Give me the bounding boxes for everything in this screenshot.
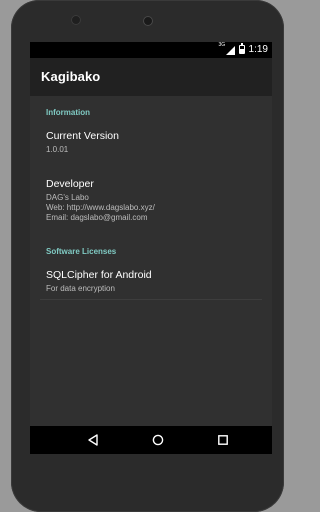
pref-sqlcipher-summary: For data encryption <box>46 284 115 293</box>
status-icons: 3G 1:19 <box>218 42 268 55</box>
status-bar: 3G 1:19 <box>30 42 272 58</box>
app-title: Kagibako <box>41 69 101 84</box>
status-time: 1:19 <box>248 44 268 55</box>
signal-icon: 3G <box>218 42 235 55</box>
navigation-bar <box>30 426 272 454</box>
battery-icon <box>238 43 245 54</box>
pref-developer-email: Email: dagslabo@gmail.com <box>46 213 148 222</box>
home-icon[interactable] <box>150 432 166 448</box>
network-type-label: 3G <box>218 42 226 48</box>
pref-current-version-summary: 1.0.01 <box>46 145 69 154</box>
pref-developer-title: Developer <box>46 178 94 190</box>
recents-icon[interactable] <box>215 432 231 448</box>
pref-developer-web: Web: http://www.dagslabo.xyz/ <box>46 203 155 212</box>
device-screen: 3G 1:19 Kagibako Information Current Ver… <box>30 42 272 454</box>
section-header-licenses: Software Licenses <box>46 247 117 256</box>
app-bar: Kagibako <box>30 58 272 96</box>
pref-developer-name: DAG's Labo <box>46 193 89 202</box>
pref-current-version-title: Current Version <box>46 130 119 142</box>
pref-sqlcipher-title: SQLCipher for Android <box>46 269 152 281</box>
section-header-information: Information <box>46 108 90 117</box>
list-divider <box>40 299 262 300</box>
preferences-list: Information Current Version 1.0.01 Devel… <box>30 96 272 426</box>
back-icon[interactable] <box>85 432 101 448</box>
front-camera-icon <box>143 16 153 26</box>
speaker-icon <box>71 15 81 25</box>
phone-frame: 3G 1:19 Kagibako Information Current Ver… <box>11 0 284 512</box>
